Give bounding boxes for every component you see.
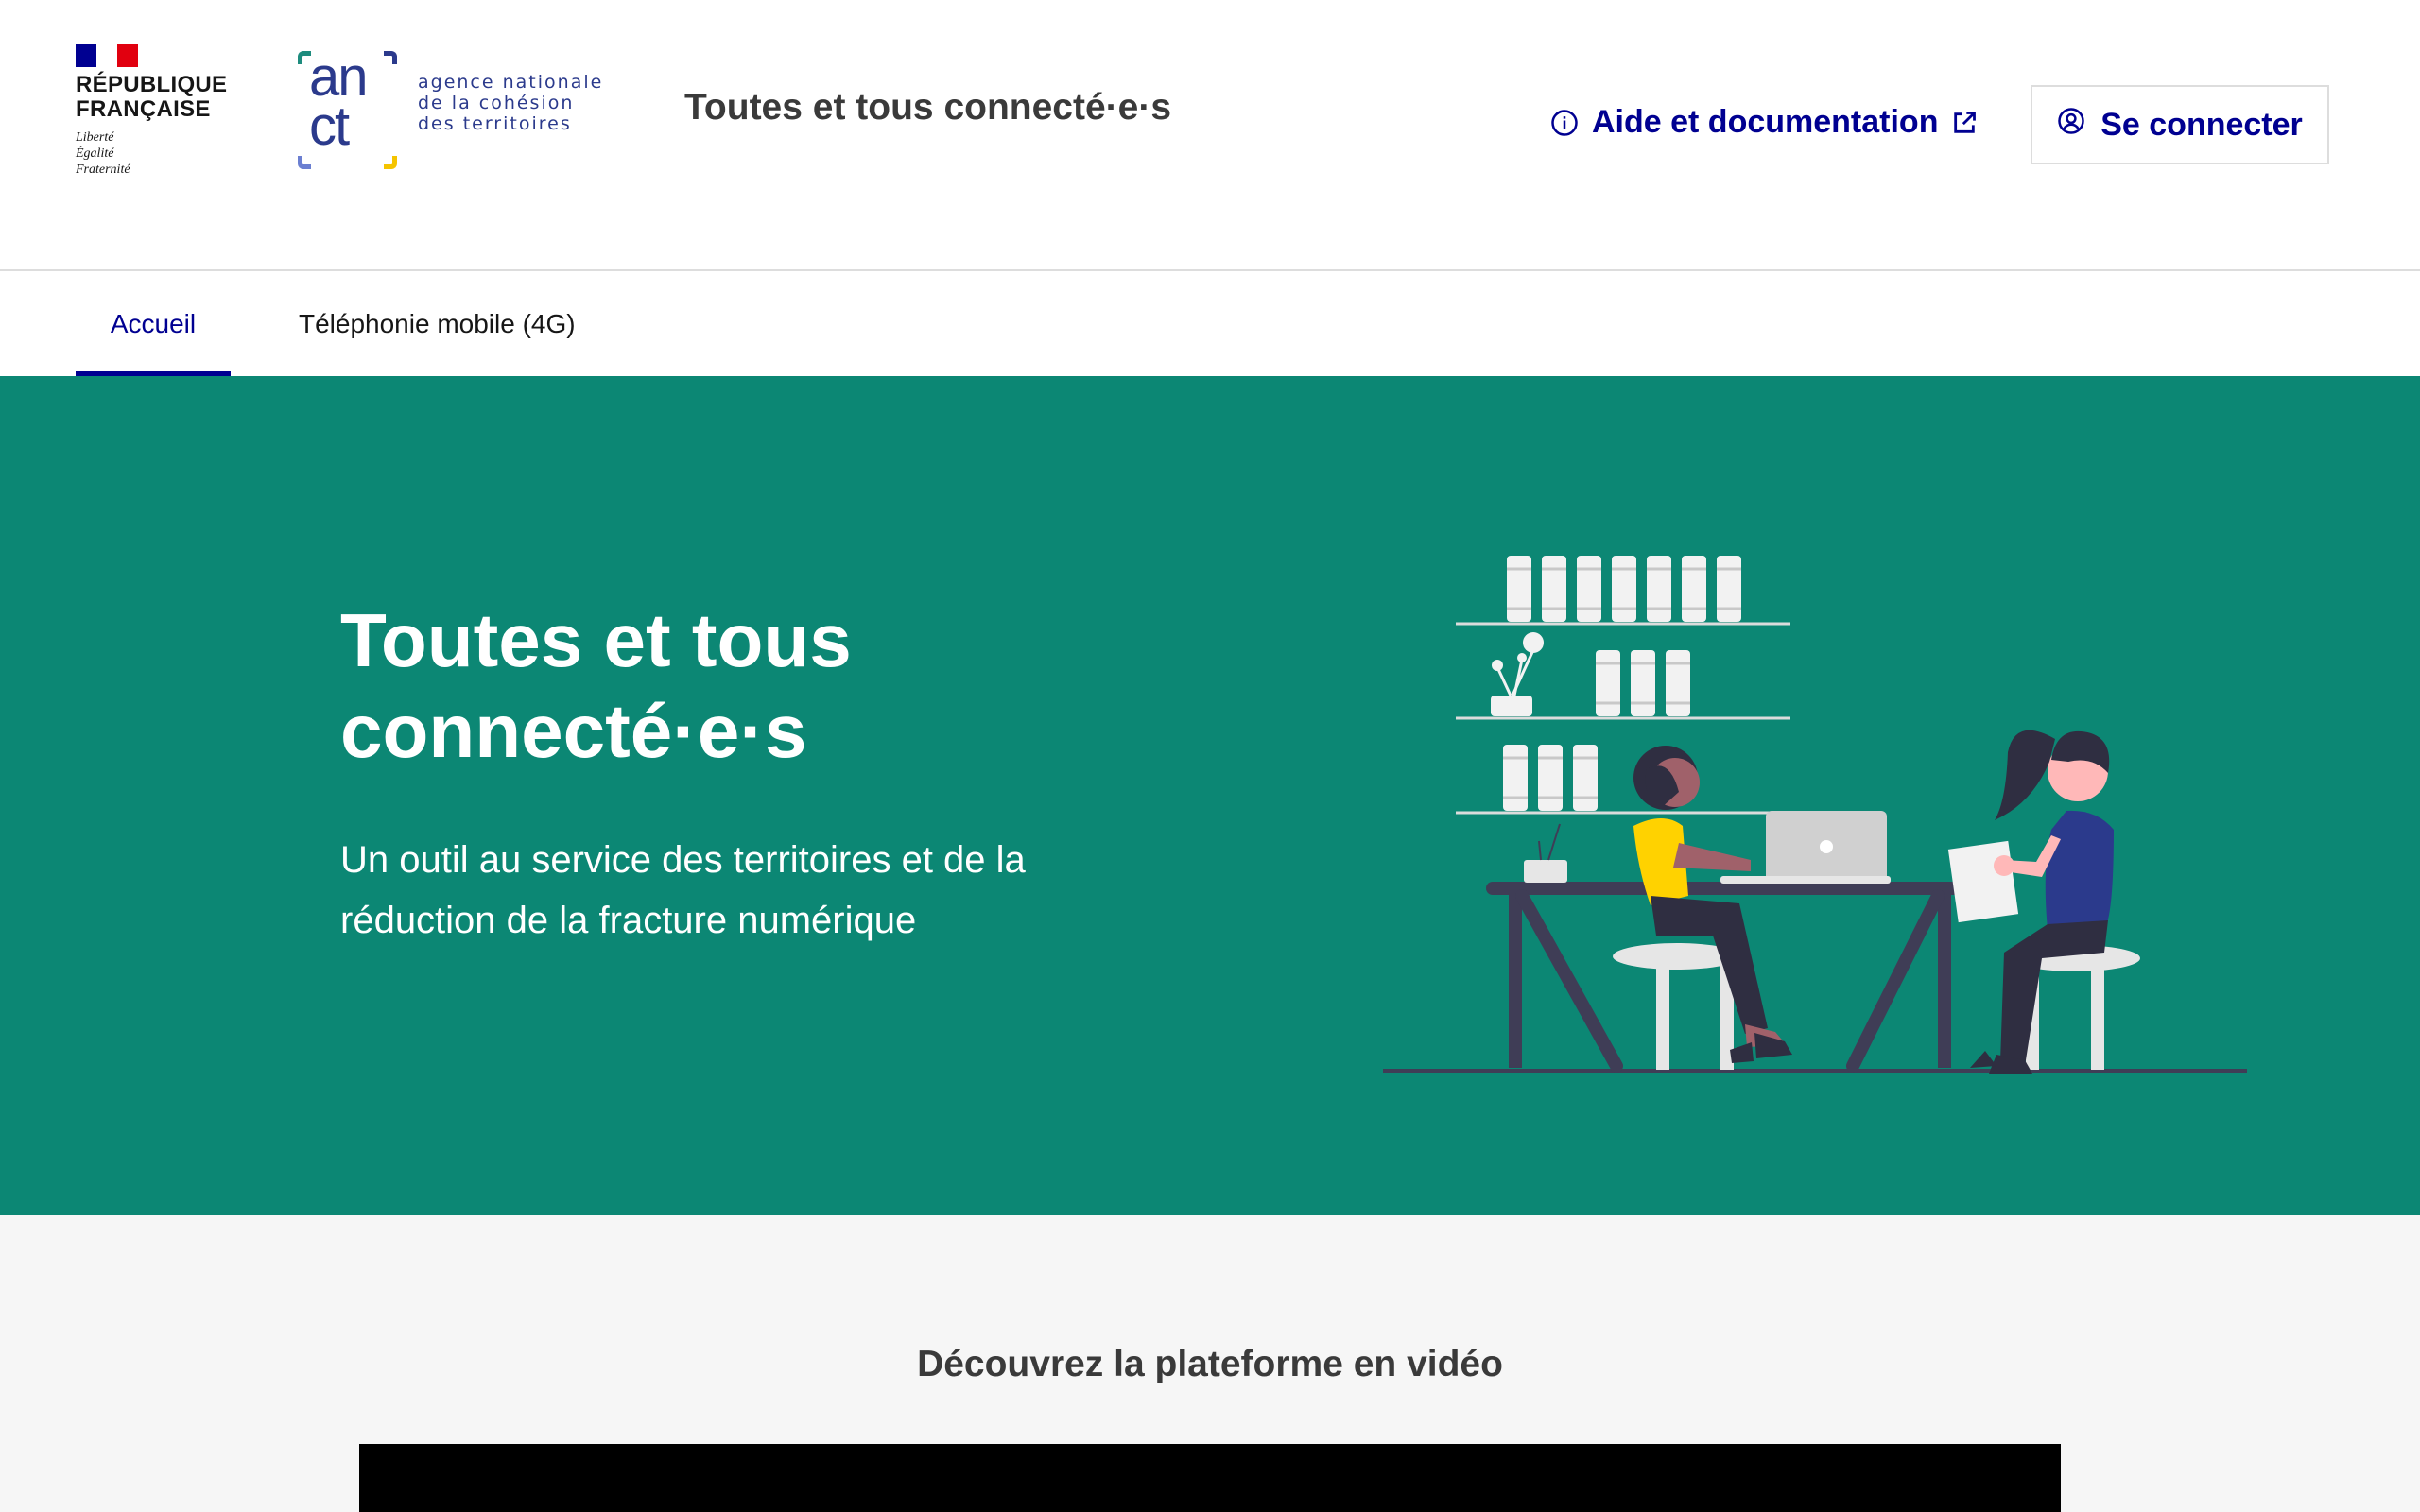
motto-egalite: Égalité: [76, 146, 114, 161]
republic-name-line-1: RÉPUBLIQUE: [76, 72, 228, 97]
anct-name-line-2: de la cohésion: [418, 93, 575, 113]
nav-item-telephonie-mobile-label: Téléphonie mobile (4G): [299, 308, 576, 338]
hero-title-line-1: Toutes et tous: [340, 598, 852, 682]
hero-title: Toutes et tous connecté·e·s: [340, 595, 1059, 777]
republic-name: RÉPUBLIQUE FRANÇAISE: [76, 73, 236, 122]
info-icon: [1550, 109, 1579, 137]
video-section-title: Découvrez la plateforme en vidéo: [917, 1344, 1503, 1384]
hero-section: Toutes et tous connecté·e·s Un outil au …: [0, 376, 2420, 1215]
anct-logo-mark: an ct: [298, 50, 397, 169]
login-button-label: Se connecter: [2100, 106, 2303, 143]
anct-name-line-1: agence nationale: [418, 72, 604, 93]
hero-subtitle-line-2: réduction de la fracture numérique: [340, 900, 917, 941]
video-section: Découvrez la plateforme en vidéo: [0, 1215, 2420, 1512]
anct-letters-bottom: ct: [309, 95, 350, 157]
main-navigation: Accueil Téléphonie mobile (4G): [0, 271, 2420, 376]
anct-name: agence nationale de la cohésion des terr…: [418, 72, 603, 134]
republic-motto: Liberté Égalité Fraternité: [76, 129, 236, 178]
bookshelf-illustration: [1456, 556, 1790, 815]
nav-item-telephonie-mobile[interactable]: Téléphonie mobile (4G): [299, 271, 576, 376]
republic-name-line-2: FRANÇAISE: [76, 96, 211, 122]
hero-subtitle: Un outil au service des territoires et d…: [340, 830, 1153, 951]
nav-item-accueil[interactable]: Accueil: [76, 271, 231, 376]
anct-logo-letters: an ct: [309, 50, 368, 157]
anct-logo[interactable]: an ct agence nationale de la cohésion de…: [298, 50, 619, 169]
help-link-label: Aide et documentation: [1592, 104, 1939, 140]
people-working-at-desk-illustration: [1383, 556, 2247, 1074]
video-player[interactable]: [359, 1444, 2061, 1512]
site-header: RÉPUBLIQUE FRANÇAISE Liberté Égalité Fra…: [0, 0, 2420, 271]
motto-liberte: Liberté: [76, 130, 114, 145]
french-flag-icon: [76, 44, 138, 67]
hero-title-line-2: connecté·e·s: [340, 689, 807, 773]
user-icon: [2057, 107, 2085, 144]
anct-name-line-3: des territoires: [418, 113, 572, 134]
republique-francaise-logo[interactable]: RÉPUBLIQUE FRANÇAISE Liberté Égalité Fra…: [76, 44, 236, 186]
nav-item-accueil-label: Accueil: [110, 308, 197, 338]
external-link-icon: [1951, 110, 1978, 136]
site-title[interactable]: Toutes et tous connecté·e·s: [684, 87, 1171, 129]
person-blue-shirt-illustration: [1947, 730, 2114, 1074]
motto-fraternite: Fraternité: [76, 163, 130, 177]
help-documentation-link[interactable]: Aide et documentation: [1550, 104, 1978, 141]
login-button[interactable]: Se connecter: [2031, 85, 2329, 164]
hero-subtitle-line-1: Un outil au service des territoires et d…: [340, 839, 1026, 881]
